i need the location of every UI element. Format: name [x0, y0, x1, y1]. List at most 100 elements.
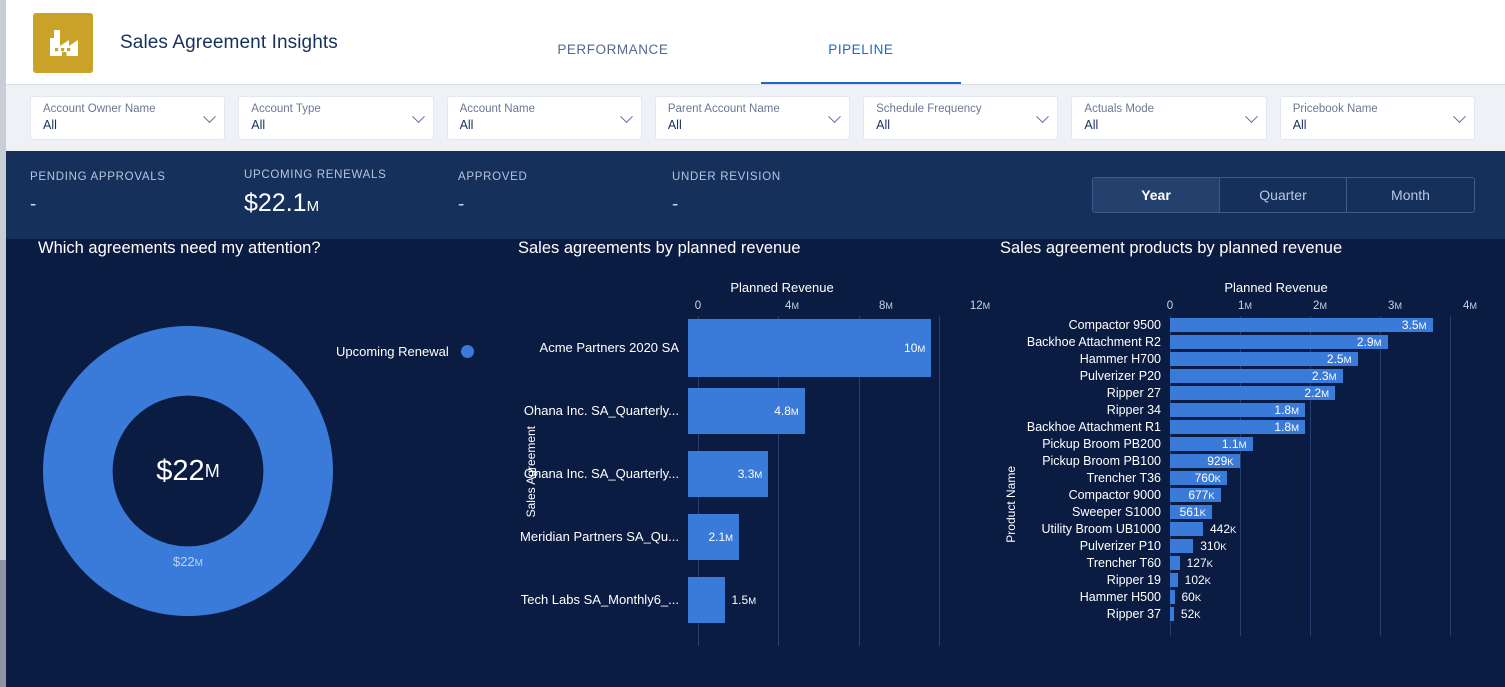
bar-row[interactable]: Ohana Inc. SA_Quarterly... 4.8M: [518, 379, 980, 442]
filter-account-owner-name[interactable]: Account Owner Name All: [30, 96, 226, 140]
kpi-band: PENDING APPROVALS - UPCOMING RENEWALS $2…: [0, 151, 1505, 239]
bar-row[interactable]: Pulverizer P10 310K: [1000, 537, 1470, 554]
x-tick: 0: [1166, 300, 1174, 312]
bar[interactable]: 561K: [1170, 504, 1212, 519]
bar-value-label: 3.5M: [1401, 317, 1427, 332]
bar-row[interactable]: Sweeper S1000 561K: [1000, 503, 1470, 520]
bar[interactable]: [1170, 572, 1178, 587]
chevron-down-icon: [411, 110, 425, 124]
page-title: Sales Agreement Insights: [120, 31, 338, 53]
bar-track: 677K: [1170, 486, 1470, 503]
bar-row[interactable]: Compactor 9000 677K: [1000, 486, 1470, 503]
x-tick: 8M: [879, 300, 893, 312]
bar[interactable]: 677K: [1170, 487, 1221, 502]
filter-parent-account-name[interactable]: Parent Account Name All: [654, 96, 851, 140]
bar-row[interactable]: Ripper 27 2.2M: [1000, 384, 1470, 401]
bar-track: 60K: [1170, 588, 1470, 605]
bar-row-label: Acme Partners 2020 SA: [539, 340, 679, 355]
vertical-scrollbar[interactable]: [0, 0, 6, 687]
bar[interactable]: 2.5M: [1170, 351, 1358, 366]
bar-row[interactable]: Backhoe Attachment R1 1.8M: [1000, 418, 1470, 435]
bar-value-label: 561K: [1179, 504, 1206, 519]
bar[interactable]: 3.3M: [688, 450, 769, 497]
bar[interactable]: [1170, 555, 1180, 570]
bar-row[interactable]: Ripper 37 52K: [1000, 605, 1470, 622]
products-x-ticks: 0 1M 2M 3M 4M: [1166, 300, 1477, 316]
bar-row[interactable]: Backhoe Attachment R2 2.9M: [1000, 333, 1470, 350]
bar[interactable]: [1170, 538, 1194, 553]
period-toggle-year[interactable]: Year: [1093, 178, 1220, 212]
period-toggle-quarter[interactable]: Quarter: [1220, 178, 1347, 212]
bar[interactable]: 2.1M: [688, 513, 740, 560]
chevron-down-icon: [1453, 110, 1466, 124]
scrollbar-thumb[interactable]: [0, 560, 6, 687]
factory-icon: [33, 12, 93, 73]
bar-row[interactable]: Ohana Inc. SA_Quarterly... 3.3M: [518, 442, 980, 505]
x-tick: 2M: [1313, 300, 1327, 312]
bar-row[interactable]: Compactor 9500 3.5M: [1000, 316, 1470, 333]
period-toggle-month[interactable]: Month: [1347, 178, 1474, 212]
panel-attention-donut: Which agreements need my attention? Upco…: [38, 239, 498, 644]
bar[interactable]: 929K: [1170, 453, 1240, 468]
donut-svg[interactable]: [43, 326, 333, 616]
x-tick: 0: [694, 300, 702, 312]
kpi-under-revision: UNDER REVISION -: [672, 171, 886, 219]
donut-legend-item-upcoming-renewal[interactable]: Upcoming Renewal: [336, 344, 474, 359]
bar[interactable]: 1.8M: [1170, 419, 1305, 434]
filter-schedule-frequency[interactable]: Schedule Frequency All: [863, 96, 1059, 140]
bar-row[interactable]: Trencher T36 760K: [1000, 469, 1470, 486]
bar-value-label: 52K: [1180, 606, 1201, 621]
filter-actuals-mode[interactable]: Actuals Mode All: [1071, 96, 1267, 140]
bar-track: 52K: [1170, 605, 1470, 622]
bar-row-label: Ripper 34: [1106, 402, 1161, 417]
bar-row[interactable]: Ripper 19 102K: [1000, 571, 1470, 588]
bar[interactable]: [688, 576, 725, 623]
bar-row[interactable]: Acme Partners 2020 SA 10M: [518, 316, 980, 379]
bar-row-label: Compactor 9000: [1068, 487, 1161, 502]
bar-row[interactable]: Meridian Partners SA_Qu... 2.1M: [518, 505, 980, 568]
filter-pricebook-name[interactable]: Pricebook Name All: [1279, 96, 1475, 140]
filter-label: Parent Account Name: [667, 103, 780, 115]
bar[interactable]: 2.9M: [1170, 334, 1388, 349]
bar[interactable]: 2.2M: [1170, 385, 1335, 400]
bar[interactable]: 1.8M: [1170, 402, 1305, 417]
bar[interactable]: 3.5M: [1170, 317, 1433, 332]
bar[interactable]: 4.8M: [688, 387, 805, 434]
bar-row[interactable]: Hammer H700 2.5M: [1000, 350, 1470, 367]
filter-account-name[interactable]: Account Name All: [446, 96, 642, 140]
panel-agreements-bar: Sales agreements by planned revenue Plan…: [518, 239, 990, 646]
bar-row[interactable]: Pulverizer P20 2.3M: [1000, 367, 1470, 384]
bar-row[interactable]: Trencher T60 127K: [1000, 554, 1470, 571]
bar-row[interactable]: Utility Broom UB1000 442K: [1000, 520, 1470, 537]
bar-row[interactable]: Tech Labs SA_Monthly6_... 1.5M: [518, 568, 980, 631]
bar-row[interactable]: Hammer H500 60K: [1000, 588, 1470, 605]
bar-value-label: 1.1M: [1221, 436, 1247, 451]
bar[interactable]: 1.1M: [1170, 436, 1253, 451]
filter-account-type[interactable]: Account Type All: [238, 96, 434, 140]
bar-track: 760K: [1170, 469, 1470, 486]
kpi-value: $22.1M: [244, 189, 320, 217]
products-chart-title: Sales agreement products by planned reve…: [1000, 239, 1343, 257]
bar-row-label: Ripper 19: [1106, 572, 1161, 587]
products-x-axis-title: Planned Revenue: [1224, 280, 1328, 295]
tab-pipeline[interactable]: PIPELINE: [760, 42, 961, 85]
brand: Sales Agreement Insights: [33, 12, 338, 73]
bar-row[interactable]: Ripper 34 1.8M: [1000, 401, 1470, 418]
bar-track: 4.8M: [688, 379, 980, 442]
bar[interactable]: 10M: [688, 318, 932, 377]
bar-row-label: Trencher T60: [1086, 555, 1161, 570]
bar-row[interactable]: Pickup Broom PB100 929K: [1000, 452, 1470, 469]
bar-track: 3.3M: [688, 442, 980, 505]
bar-row-label: Utility Broom UB1000: [1041, 521, 1162, 536]
chevron-down-icon: [203, 110, 217, 124]
chevron-down-icon: [828, 110, 841, 124]
bar-row-label: Backhoe Attachment R2: [1026, 334, 1161, 349]
bar[interactable]: 2.3M: [1170, 368, 1343, 383]
filter-value: All: [251, 118, 266, 132]
bar[interactable]: [1170, 521, 1203, 536]
period-toggle: Year Quarter Month: [1092, 177, 1475, 213]
bar-row-label: Trencher T36: [1086, 470, 1161, 485]
bar-row[interactable]: Pickup Broom PB200 1.1M: [1000, 435, 1470, 452]
bar[interactable]: 760K: [1170, 470, 1227, 485]
tab-performance[interactable]: PERFORMANCE: [513, 42, 713, 85]
